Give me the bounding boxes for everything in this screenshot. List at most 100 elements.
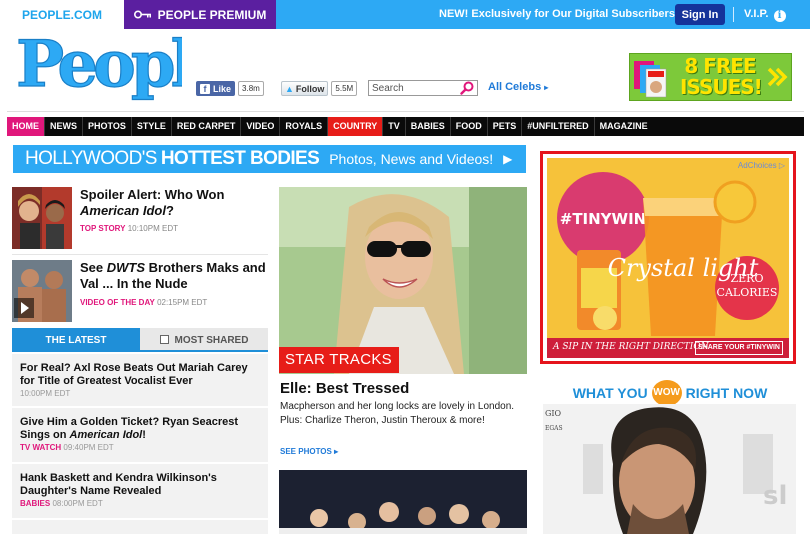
chevron-right-icon: ▸ xyxy=(334,447,339,456)
all-celebs-label: All Celebs xyxy=(488,81,542,93)
svg-text:#TINYWIN: #TINYWIN xyxy=(560,210,646,228)
title-emphasis: American Idol xyxy=(69,429,143,441)
wow-photo[interactable]: GIO EGAS sl xyxy=(543,404,796,534)
main-nav: HOME NEWS PHOTOS STYLE RED CARPET VIDEO … xyxy=(7,117,804,136)
story-meta: TOP STORY 10:10PM EDT xyxy=(80,224,178,233)
tab-the-latest[interactable]: THE LATEST xyxy=(12,328,140,352)
story-item[interactable]: Spoiler Alert: Who Won American Idol? TO… xyxy=(12,187,268,249)
search-icon[interactable] xyxy=(457,80,477,96)
story-tag[interactable]: TOP STORY xyxy=(80,224,126,233)
headline-text: Spoiler Alert: Who Won xyxy=(80,187,225,202)
fb-like-label: Like xyxy=(213,83,232,94)
what-you-wow-header[interactable]: WHAT YOU WOW RIGHT NOW xyxy=(545,380,795,406)
all-celebs-link[interactable]: All Celebs ▸ xyxy=(488,81,548,93)
chevron-right-icon: ▶ xyxy=(503,152,513,166)
nav-babies[interactable]: BABIES xyxy=(406,117,451,136)
feature-headline[interactable]: Elle: Best Tressed xyxy=(280,380,409,397)
headline-emphasis: DWTS xyxy=(106,260,146,275)
story-headline[interactable]: See DWTS Brothers Maks and Val ... In th… xyxy=(80,260,270,292)
star-tracks-label[interactable]: STAR TRACKS xyxy=(279,347,399,373)
nav-country[interactable]: COUNTRY xyxy=(328,117,384,136)
ad-footer: A SIP IN THE RIGHT DIRECTION SHARE YOUR … xyxy=(547,338,789,358)
hottest-bodies-banner[interactable]: HOLLYWOOD'S HOTTEST BODIES Photos, News … xyxy=(13,145,526,173)
story-thumbnail[interactable] xyxy=(12,187,72,249)
facebook-like-widget[interactable]: f Like 3.8m xyxy=(196,81,264,96)
twitter-follow-widget[interactable]: ▲ Follow 5.5M xyxy=(281,81,358,96)
sign-in-button[interactable]: Sign In xyxy=(675,4,725,25)
story-item[interactable]: See DWTS Brothers Maks and Val ... In th… xyxy=(12,260,268,322)
tab-most-shared[interactable]: MOST SHARED xyxy=(140,328,268,352)
see-photos-link[interactable]: SEE PHOTOS ▸ xyxy=(280,447,338,456)
logo-text: People xyxy=(16,27,182,102)
banner-bold-text: HOTTEST BODIES xyxy=(160,148,320,169)
share-tinywin-button[interactable]: SHARE YOUR #TINYWIN xyxy=(695,341,783,355)
people-logo[interactable]: People xyxy=(14,26,233,102)
nav-red-carpet[interactable]: RED CARPET xyxy=(172,117,242,136)
tab-premium-label: PEOPLE PREMIUM xyxy=(157,7,267,22)
free-issues-line2: ISSUES! xyxy=(680,75,763,99)
nav-home[interactable]: HOME xyxy=(7,117,45,136)
facebook-like-button[interactable]: f Like xyxy=(196,81,236,96)
ad-slogan: A SIP IN THE RIGHT DIRECTION xyxy=(553,342,709,352)
see-photos-label: SEE PHOTOS xyxy=(280,447,332,456)
headline-text: ? xyxy=(165,203,174,218)
twitter-bird-icon: ▲ xyxy=(285,83,294,94)
list-item-time: 09:40PM EDT xyxy=(63,443,114,452)
magazine-stack-image xyxy=(634,61,667,98)
ad-artwork: #TINYWIN ZERO CALORIES Crystal light xyxy=(557,172,779,336)
list-item-title[interactable]: For Real? Axl Rose Beats Out Mariah Care… xyxy=(20,362,260,388)
story-thumbnail[interactable] xyxy=(12,260,72,322)
list-item[interactable]: Give Him a Golden Ticket? Ryan Seacrest … xyxy=(20,416,260,452)
tab-people-premium[interactable]: PEOPLE PREMIUM xyxy=(124,0,276,29)
nav-style[interactable]: STYLE xyxy=(132,117,172,136)
list-item-tag[interactable]: BABIES xyxy=(20,499,50,508)
banner-subtitle: Photos, News and Videos! xyxy=(329,151,494,167)
divider xyxy=(12,406,268,408)
banner-light-text: HOLLYWOOD'S xyxy=(25,148,157,169)
nav-royals[interactable]: ROYALS xyxy=(280,117,329,136)
headline-emphasis: American Idol xyxy=(80,203,166,218)
top-strip: PEOPLE.COM PEOPLE PREMIUM NEW! Exclusive… xyxy=(0,0,810,29)
crystal-light-ad[interactable]: AdChoices ▷ #TINYWIN ZERO CALORIES Cryst… xyxy=(540,151,796,364)
feature-photo[interactable] xyxy=(279,187,527,374)
divider xyxy=(12,518,268,520)
nav-unfiltered[interactable]: #UNFILTERED xyxy=(522,117,595,136)
list-item-title[interactable]: Hank Baskett and Kendra Wilkinson's Daug… xyxy=(20,472,260,498)
facebook-icon: f xyxy=(200,83,210,94)
svg-text:sl: sl xyxy=(763,481,787,511)
tab-most-shared-label: MOST SHARED xyxy=(174,335,249,346)
secondary-photo[interactable] xyxy=(279,470,527,534)
svg-text:GIO: GIO xyxy=(545,409,562,418)
vip-label: V.I.P. xyxy=(744,8,769,20)
list-item-meta: TV WATCH 09:40PM EDT xyxy=(20,443,260,452)
ad-creative[interactable]: AdChoices ▷ #TINYWIN ZERO CALORIES Cryst… xyxy=(547,158,789,358)
twitter-follow-button[interactable]: ▲ Follow xyxy=(281,81,329,96)
top-divider xyxy=(733,7,734,22)
exclusive-subscribers-link[interactable]: NEW! Exclusively for Our Digital Subscri… xyxy=(439,0,675,29)
facebook-like-count: 3.8m xyxy=(238,81,264,96)
tab-people-com[interactable]: PEOPLE.COM xyxy=(0,0,124,29)
title-text: ! xyxy=(142,429,146,441)
nav-video[interactable]: VIDEO xyxy=(241,117,281,136)
nav-food[interactable]: FOOD xyxy=(451,117,488,136)
chevron-right-icon: ▸ xyxy=(544,83,549,92)
nav-news[interactable]: NEWS xyxy=(45,117,83,136)
nav-photos[interactable]: PHOTOS xyxy=(83,117,132,136)
nav-pets[interactable]: PETS xyxy=(488,117,523,136)
wow-left-text: WHAT YOU xyxy=(572,385,648,401)
story-meta: VIDEO OF THE DAY 02:15PM EDT xyxy=(80,298,207,307)
list-item[interactable]: Hank Baskett and Kendra Wilkinson's Daug… xyxy=(20,472,260,508)
story-headline[interactable]: Spoiler Alert: Who Won American Idol? xyxy=(80,187,270,219)
free-issues-ad[interactable]: 8 FREE ISSUES! xyxy=(629,53,792,101)
list-item-time: 10:00PM EDT xyxy=(20,389,71,398)
vip-link[interactable]: V.I.P. i xyxy=(744,0,786,29)
list-item[interactable]: For Real? Axl Rose Beats Out Mariah Care… xyxy=(20,362,260,398)
list-item-title[interactable]: Give Him a Golden Ticket? Ryan Seacrest … xyxy=(20,416,260,442)
header-divider xyxy=(7,111,804,112)
nav-magazine[interactable]: MAGAZINE xyxy=(595,117,653,136)
story-tag[interactable]: VIDEO OF THE DAY xyxy=(80,298,155,307)
list-item-tag[interactable]: TV WATCH xyxy=(20,443,61,452)
svg-text:Crystal light: Crystal light xyxy=(608,254,759,282)
nav-tv[interactable]: TV xyxy=(383,117,406,136)
double-chevron-right-icon xyxy=(767,67,788,87)
